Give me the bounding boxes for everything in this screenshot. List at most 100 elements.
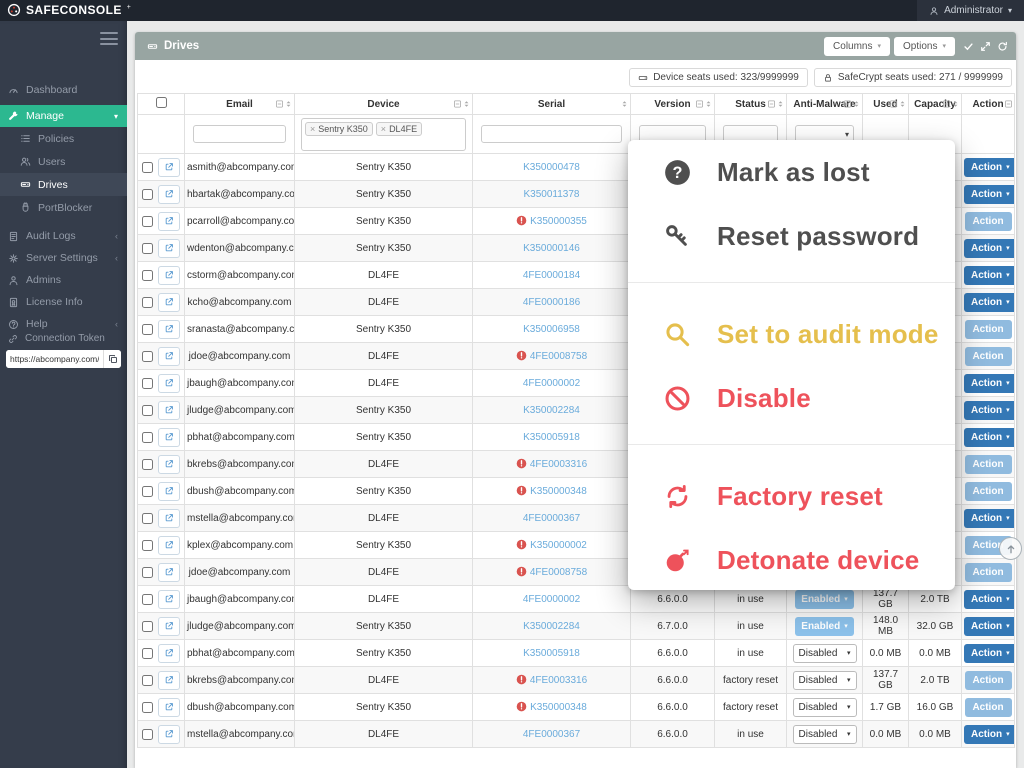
- row-checkbox[interactable]: [142, 486, 153, 497]
- sidebar-item-audit-logs[interactable]: Audit Logs‹: [0, 225, 127, 247]
- row-action-button[interactable]: Action▾: [964, 266, 1015, 285]
- column-header-version[interactable]: Version: [631, 94, 715, 115]
- serial-link[interactable]: K350000348: [516, 486, 587, 497]
- row-checkbox[interactable]: [142, 567, 153, 578]
- menu-item-reset-password[interactable]: Reset password: [628, 210, 955, 262]
- serial-link[interactable]: K350000146: [523, 243, 580, 254]
- row-checkbox[interactable]: [142, 351, 153, 362]
- device-filter-tag[interactable]: ×Sentry K350: [305, 122, 373, 136]
- email-filter-input[interactable]: [193, 125, 286, 143]
- expand-icon[interactable]: [980, 41, 991, 52]
- row-checkbox[interactable]: [142, 675, 153, 686]
- sidebar-item-policies[interactable]: Policies: [0, 127, 127, 150]
- open-drive-button[interactable]: [158, 347, 180, 366]
- open-drive-button[interactable]: [158, 536, 180, 555]
- admin-menu[interactable]: Administrator ▾: [917, 0, 1024, 21]
- serial-link[interactable]: K350002284: [523, 621, 580, 632]
- row-checkbox[interactable]: [142, 648, 153, 659]
- options-button[interactable]: Options ▾: [894, 37, 955, 56]
- anti-malware-select[interactable]: Disabled▾: [793, 671, 857, 690]
- serial-link[interactable]: 4FE0000002: [523, 594, 580, 605]
- serial-link[interactable]: 4FE0000367: [523, 513, 580, 524]
- open-drive-button[interactable]: [158, 320, 180, 339]
- scroll-to-top-button[interactable]: [999, 537, 1022, 560]
- row-action-button[interactable]: Action▾: [964, 401, 1015, 420]
- row-action-button[interactable]: Action: [965, 320, 1012, 339]
- open-drive-button[interactable]: [158, 401, 180, 420]
- serial-link[interactable]: K350011378: [524, 189, 580, 200]
- open-drive-button[interactable]: [158, 644, 180, 663]
- row-action-button[interactable]: Action▾: [964, 590, 1015, 609]
- menu-item-detonate-device[interactable]: Detonate device: [628, 534, 955, 586]
- open-drive-button[interactable]: [158, 671, 180, 690]
- row-checkbox[interactable]: [142, 621, 153, 632]
- row-checkbox[interactable]: [142, 513, 153, 524]
- open-drive-button[interactable]: [158, 212, 180, 231]
- column-header-serial[interactable]: Serial: [473, 94, 631, 115]
- row-checkbox[interactable]: [142, 432, 153, 443]
- open-drive-button[interactable]: [158, 185, 180, 204]
- refresh-icon[interactable]: [997, 41, 1008, 52]
- serial-link[interactable]: K350000002: [516, 540, 587, 551]
- serial-link[interactable]: 4FE0003316: [516, 675, 587, 686]
- row-checkbox[interactable]: [142, 243, 153, 254]
- sidebar-item-dashboard[interactable]: Dashboard: [0, 79, 127, 101]
- row-action-button[interactable]: Action▾: [964, 239, 1015, 258]
- open-drive-button[interactable]: [158, 617, 180, 636]
- row-checkbox[interactable]: [142, 162, 153, 173]
- open-drive-button[interactable]: [158, 428, 180, 447]
- serial-link[interactable]: 4FE0008758: [516, 567, 587, 578]
- serial-link[interactable]: 4FE0000002: [523, 378, 580, 389]
- anti-malware-select[interactable]: Disabled▾: [793, 644, 857, 663]
- row-action-button[interactable]: Action▾: [964, 617, 1015, 636]
- anti-malware-select[interactable]: Disabled▾: [793, 698, 857, 717]
- column-header-status[interactable]: Status: [715, 94, 787, 115]
- column-header-email[interactable]: Email: [185, 94, 295, 115]
- sidebar-item-help[interactable]: Help‹: [0, 313, 127, 335]
- row-action-button[interactable]: Action▾: [964, 644, 1015, 663]
- remove-tag-icon[interactable]: ×: [310, 124, 315, 134]
- column-header-capacity[interactable]: Capacity: [909, 94, 962, 115]
- row-checkbox[interactable]: [142, 324, 153, 335]
- menu-item-disable[interactable]: Disable: [628, 372, 955, 424]
- serial-link[interactable]: 4FE0003316: [516, 459, 587, 470]
- row-checkbox[interactable]: [142, 378, 153, 389]
- serial-link[interactable]: 4FE0000184: [523, 270, 580, 281]
- open-drive-button[interactable]: [158, 482, 180, 501]
- sidebar-toggle-icon[interactable]: [100, 32, 118, 45]
- serial-link[interactable]: 4FE0000186: [523, 297, 580, 308]
- open-drive-button[interactable]: [158, 266, 180, 285]
- row-checkbox[interactable]: [142, 405, 153, 416]
- device-filter-tag[interactable]: ×DL4FE: [376, 122, 422, 136]
- open-drive-button[interactable]: [158, 563, 180, 582]
- row-action-button[interactable]: Action: [965, 347, 1012, 366]
- anti-malware-select[interactable]: Disabled▾: [793, 725, 857, 744]
- open-drive-button[interactable]: [158, 374, 180, 393]
- anti-malware-enabled-button[interactable]: Enabled▾: [795, 590, 853, 609]
- sidebar-item-users[interactable]: Users: [0, 150, 127, 173]
- serial-link[interactable]: K350000348: [516, 702, 587, 713]
- row-action-button[interactable]: Action: [965, 212, 1012, 231]
- row-checkbox[interactable]: [142, 459, 153, 470]
- row-action-button[interactable]: Action: [965, 563, 1012, 582]
- sidebar-item-drives[interactable]: Drives: [0, 173, 127, 196]
- row-action-button[interactable]: Action▾: [964, 428, 1015, 447]
- row-action-button[interactable]: Action▾: [964, 158, 1015, 177]
- row-checkbox[interactable]: [142, 297, 153, 308]
- column-header-used[interactable]: Used: [863, 94, 909, 115]
- row-checkbox[interactable]: [142, 594, 153, 605]
- serial-link[interactable]: K350000355: [516, 216, 587, 227]
- open-drive-button[interactable]: [158, 509, 180, 528]
- connection-token-input[interactable]: [6, 350, 103, 368]
- copy-token-button[interactable]: [103, 350, 121, 368]
- row-checkbox[interactable]: [142, 270, 153, 281]
- open-drive-button[interactable]: [158, 725, 180, 744]
- open-drive-button[interactable]: [158, 239, 180, 258]
- serial-link[interactable]: K350005918: [523, 648, 580, 659]
- sidebar-item-admins[interactable]: Admins: [0, 269, 127, 291]
- check-icon[interactable]: [963, 41, 974, 52]
- serial-link[interactable]: K350006958: [523, 324, 580, 335]
- row-action-button[interactable]: Action▾: [964, 185, 1015, 204]
- column-header-anti-malware[interactable]: Anti-Malware: [787, 94, 863, 115]
- remove-tag-icon[interactable]: ×: [381, 124, 386, 134]
